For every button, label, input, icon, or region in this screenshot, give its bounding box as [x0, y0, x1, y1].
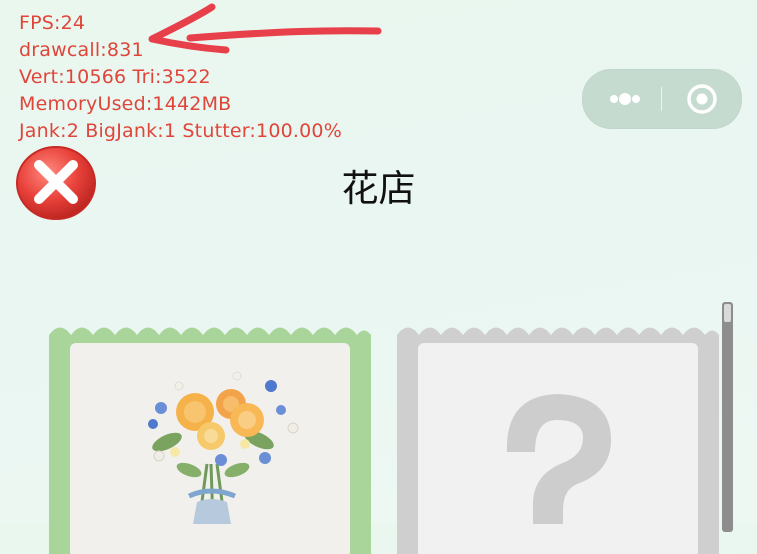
- memory-stat: MemoryUsed:1442MB: [19, 93, 232, 115]
- target-circle-icon: [687, 84, 717, 114]
- miniprogram-capsule: [582, 69, 742, 129]
- shop-item-card-locked[interactable]: [397, 324, 719, 554]
- vert-tri-stat: Vert:10566 Tri:3522: [19, 66, 211, 88]
- scrollbar-thumb[interactable]: [724, 304, 731, 322]
- question-mark-icon: [506, 394, 611, 524]
- capsule-divider: [661, 87, 662, 111]
- page-title: 花店: [341, 167, 416, 210]
- more-button[interactable]: [593, 78, 655, 120]
- flower-bouquet-image: [148, 371, 299, 525]
- jank-stat: Jank:2 BigJank:1 Stutter:100.00%: [19, 120, 342, 142]
- exit-miniprogram-button[interactable]: [675, 78, 731, 120]
- more-dots-icon: [610, 93, 640, 105]
- annotation-arrow: [148, 3, 382, 54]
- scrollbar[interactable]: [722, 302, 733, 532]
- shop-item-card[interactable]: [49, 324, 371, 554]
